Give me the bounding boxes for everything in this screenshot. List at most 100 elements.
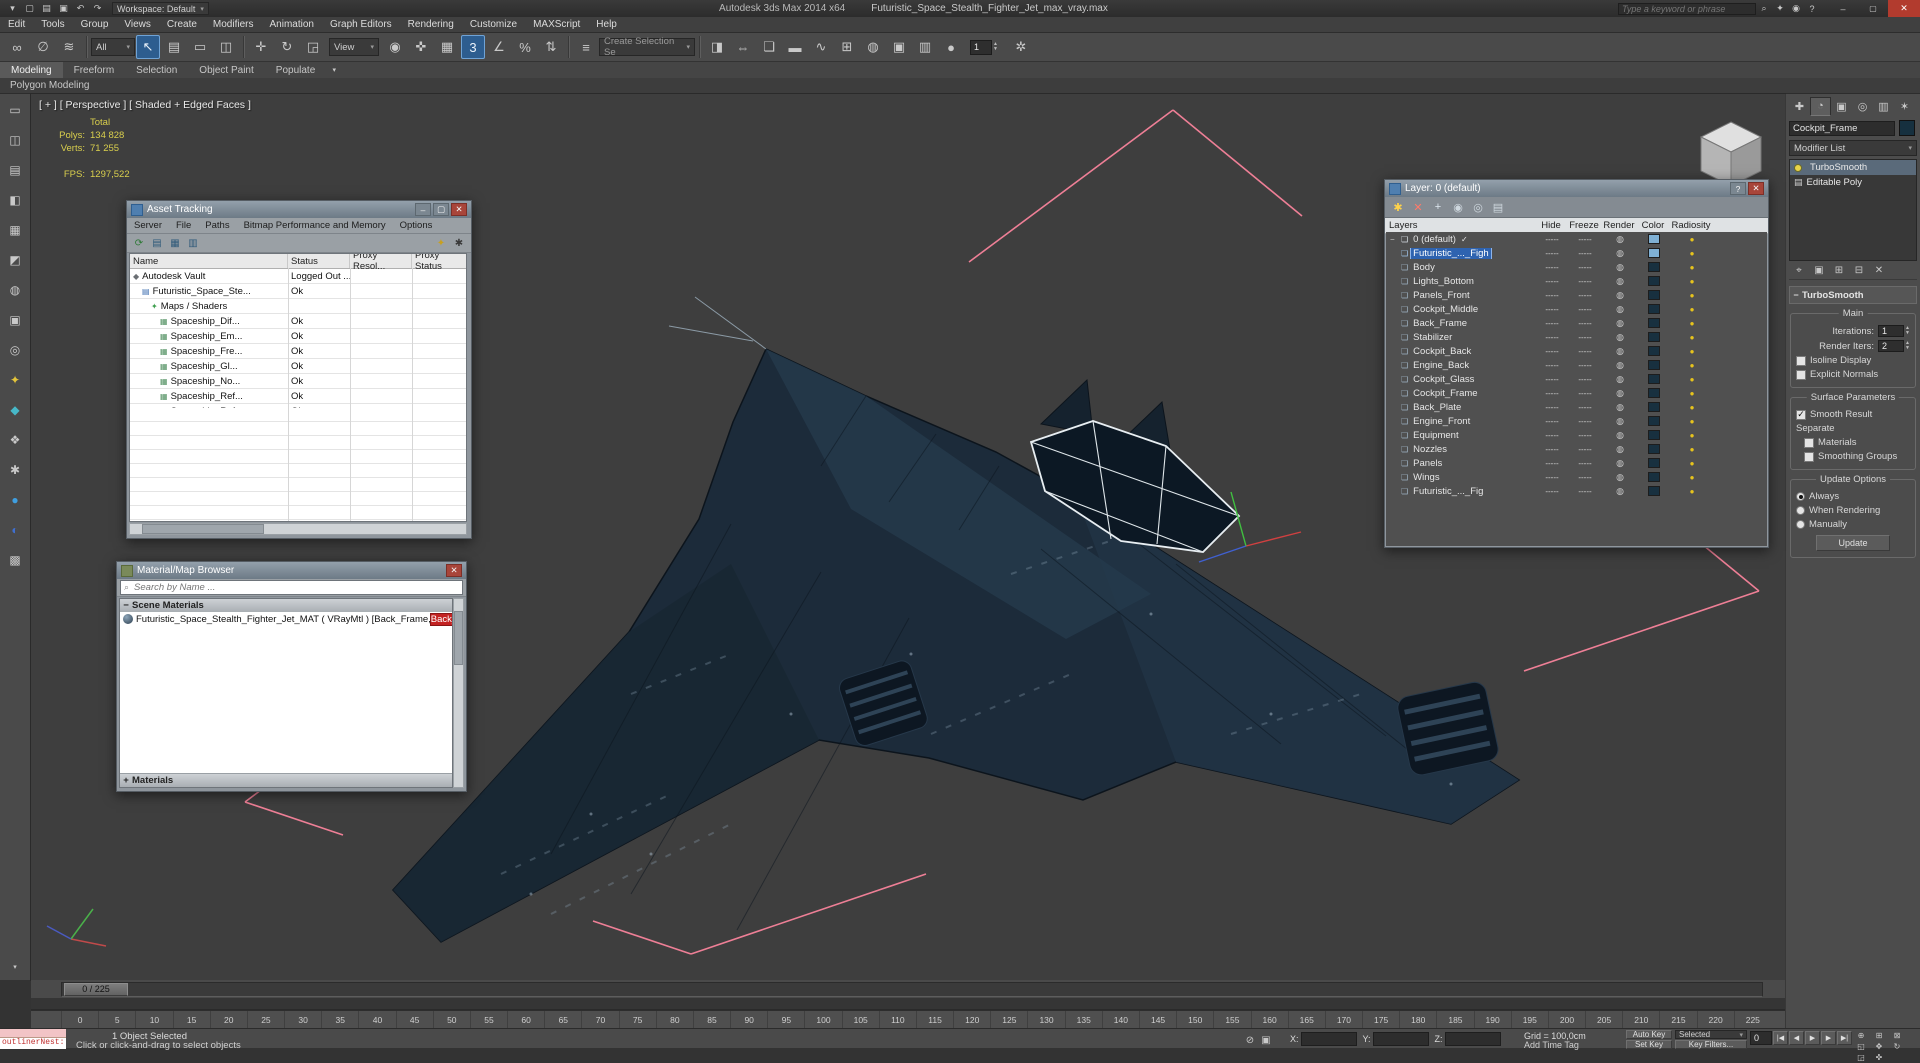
toolbar-icon[interactable]: ◫ bbox=[214, 35, 238, 59]
modifier-stack-row[interactable]: TurboSmooth bbox=[1790, 160, 1916, 175]
freeze-toggle[interactable]: ----- bbox=[1568, 487, 1602, 496]
asset-menu-item[interactable]: Server bbox=[127, 218, 169, 233]
render-toggle-icon[interactable]: ◍ bbox=[1602, 388, 1638, 399]
layer-name[interactable]: Futuristic_..._Figh bbox=[1410, 247, 1492, 259]
radiosity-icon[interactable]: ● bbox=[1670, 403, 1714, 412]
asset-horizontal-scrollbar[interactable] bbox=[129, 523, 467, 535]
ribbon-overflow-icon[interactable]: ▾ bbox=[326, 62, 342, 78]
freeze-toggle[interactable]: ----- bbox=[1568, 249, 1602, 258]
render-iters-field[interactable]: 2 bbox=[1878, 340, 1905, 352]
render-toggle-icon[interactable]: ◍ bbox=[1602, 346, 1638, 357]
auto-key-button[interactable]: Auto Key bbox=[1626, 1030, 1672, 1039]
render-toggle-icon[interactable]: ◍ bbox=[1602, 234, 1638, 245]
left-toolbar-icon[interactable]: ❖ bbox=[4, 429, 26, 451]
layer-name[interactable]: Cockpit_Glass bbox=[1411, 374, 1476, 385]
track-bar-ruler[interactable]: 0 5 10 15 20 25 30 35 40 45 50 55 60 65 70 75 80 85 90 95 10… bbox=[31, 1010, 1785, 1028]
toolbar-icon[interactable]: % bbox=[513, 35, 537, 59]
spinner-arrows-icon[interactable]: ▲ ▼ bbox=[993, 42, 998, 52]
time-slider-handle[interactable]: 0 / 225 bbox=[64, 982, 128, 996]
render-toggle-icon[interactable]: ◍ bbox=[1602, 360, 1638, 371]
menu-item[interactable]: Rendering bbox=[400, 17, 462, 33]
asset-row[interactable]: ▦ Spaceship_Fre... Ok bbox=[130, 344, 466, 359]
radiosity-icon[interactable]: ● bbox=[1670, 305, 1714, 314]
x-coordinate-field[interactable] bbox=[1300, 1032, 1357, 1046]
left-toolbar-icon[interactable]: ◍ bbox=[4, 279, 26, 301]
freeze-toggle[interactable]: ----- bbox=[1568, 277, 1602, 286]
layer-toolbar-icon[interactable]: ✱ bbox=[1388, 198, 1408, 217]
radiosity-icon[interactable]: ● bbox=[1670, 473, 1714, 482]
layer-row[interactable]: ❏ Stabilizer ----- ----- ◍ ● bbox=[1386, 330, 1767, 344]
render-toggle-icon[interactable]: ◍ bbox=[1602, 430, 1638, 441]
toolbar-icon[interactable]: ● bbox=[939, 35, 963, 59]
layer-row[interactable]: ❏ Cockpit_Back ----- ----- ◍ ● bbox=[1386, 344, 1767, 358]
layer-color-swatch[interactable] bbox=[1648, 458, 1660, 468]
render-iterations-field[interactable]: 1 bbox=[970, 39, 992, 55]
left-toolbar-icon[interactable]: ▭ bbox=[4, 99, 26, 121]
asset-row[interactable]: ▦ Spaceship_Em... Ok bbox=[130, 329, 466, 344]
layer-name[interactable]: Back_Plate bbox=[1411, 402, 1463, 413]
left-toolbar-icon[interactable]: ◩ bbox=[4, 249, 26, 271]
viewport-nav-icon[interactable]: ⊕ bbox=[1852, 1030, 1870, 1041]
layer-row[interactable]: ❏ Equipment ----- ----- ◍ ● bbox=[1386, 428, 1767, 442]
rollout-header[interactable]: − TurboSmooth bbox=[1789, 286, 1917, 304]
scrollbar-thumb[interactable] bbox=[454, 611, 463, 665]
hide-toggle[interactable]: ----- bbox=[1536, 235, 1568, 244]
always-radio[interactable] bbox=[1796, 492, 1805, 501]
radiosity-icon[interactable]: ● bbox=[1670, 417, 1714, 426]
help-button[interactable]: ? bbox=[1730, 182, 1746, 195]
layer-color-swatch[interactable] bbox=[1648, 486, 1660, 496]
radiosity-icon[interactable]: ● bbox=[1670, 291, 1714, 300]
render-toggle-icon[interactable]: ◍ bbox=[1602, 304, 1638, 315]
layer-color-swatch[interactable] bbox=[1648, 318, 1660, 328]
transport-button[interactable]: |◀ bbox=[1773, 1031, 1788, 1045]
asset-row[interactable]: ▦ Spaceship_Ref... Ok bbox=[130, 389, 466, 404]
stack-toolbar-icon[interactable]: ⊞ bbox=[1829, 261, 1849, 279]
render-toggle-icon[interactable]: ◍ bbox=[1602, 458, 1638, 469]
layer-name[interactable]: Futuristic_..._Fig bbox=[1411, 486, 1485, 497]
isoline-display-checkbox[interactable] bbox=[1796, 355, 1806, 366]
layer-name[interactable]: Cockpit_Back bbox=[1411, 346, 1473, 357]
layer-color-swatch[interactable] bbox=[1648, 430, 1660, 440]
titlebar-icon[interactable]: ? bbox=[1804, 1, 1820, 17]
menu-item[interactable]: Edit bbox=[0, 17, 33, 33]
freeze-toggle[interactable]: ----- bbox=[1568, 291, 1602, 300]
toolbar-icon[interactable]: ◨ bbox=[705, 35, 729, 59]
quick-access-icon[interactable]: ↷ bbox=[89, 1, 106, 17]
asset-row[interactable]: ▤ Futuristic_Space_Ste... Ok bbox=[130, 284, 466, 299]
layer-color-swatch[interactable] bbox=[1648, 472, 1660, 482]
toolbar-icon[interactable]: ❏ bbox=[757, 35, 781, 59]
modifier-stack-row[interactable]: ▤ Editable Poly bbox=[1790, 175, 1916, 190]
minimize-window-button[interactable]: – bbox=[1828, 0, 1858, 18]
ribbon-tab[interactable]: Populate bbox=[265, 62, 326, 78]
radiosity-icon[interactable]: ● bbox=[1670, 361, 1714, 370]
toolbar-icon[interactable]: ▭ bbox=[188, 35, 212, 59]
quick-access-icon[interactable]: ↶ bbox=[72, 1, 89, 17]
toolbar-icon[interactable]: ↻ bbox=[275, 35, 299, 59]
toolbar-icon[interactable]: ▣ bbox=[887, 35, 911, 59]
asset-row[interactable]: ▦ Spaceship_Dif... Ok bbox=[130, 314, 466, 329]
layer-color-swatch[interactable] bbox=[1648, 262, 1660, 272]
hide-toggle[interactable]: ----- bbox=[1536, 459, 1568, 468]
selection-filter-dropdown[interactable]: All bbox=[91, 38, 135, 56]
radiosity-icon[interactable]: ● bbox=[1670, 459, 1714, 468]
when-rendering-radio[interactable] bbox=[1796, 506, 1805, 515]
freeze-toggle[interactable]: ----- bbox=[1568, 459, 1602, 468]
asset-toolbar-icon[interactable]: ▦ bbox=[166, 235, 184, 252]
radiosity-icon[interactable]: ● bbox=[1670, 445, 1714, 454]
layer-toolbar-icon[interactable]: ▤ bbox=[1488, 198, 1508, 217]
render-toggle-icon[interactable]: ◍ bbox=[1602, 472, 1638, 483]
jet-model[interactable] bbox=[391, 296, 1521, 943]
hide-toggle[interactable]: ----- bbox=[1536, 319, 1568, 328]
radiosity-icon[interactable]: ● bbox=[1670, 389, 1714, 398]
layer-row[interactable]: ❏ Cockpit_Glass ----- ----- ◍ ● bbox=[1386, 372, 1767, 386]
left-toolbar-icon[interactable]: ▦ bbox=[4, 219, 26, 241]
freeze-toggle[interactable]: ----- bbox=[1568, 347, 1602, 356]
layer-explorer-titlebar[interactable]: Layer: 0 (default) ? ✕ bbox=[1385, 180, 1768, 197]
hide-toggle[interactable]: ----- bbox=[1536, 417, 1568, 426]
menu-item[interactable]: Group bbox=[73, 17, 117, 33]
freeze-toggle[interactable]: ----- bbox=[1568, 417, 1602, 426]
minimize-button[interactable]: – bbox=[415, 203, 431, 216]
object-name-field[interactable] bbox=[1789, 120, 1895, 136]
asset-toolbar-icon[interactable]: ✦ bbox=[432, 235, 450, 252]
toolbar-icon[interactable]: ▬ bbox=[783, 35, 807, 59]
